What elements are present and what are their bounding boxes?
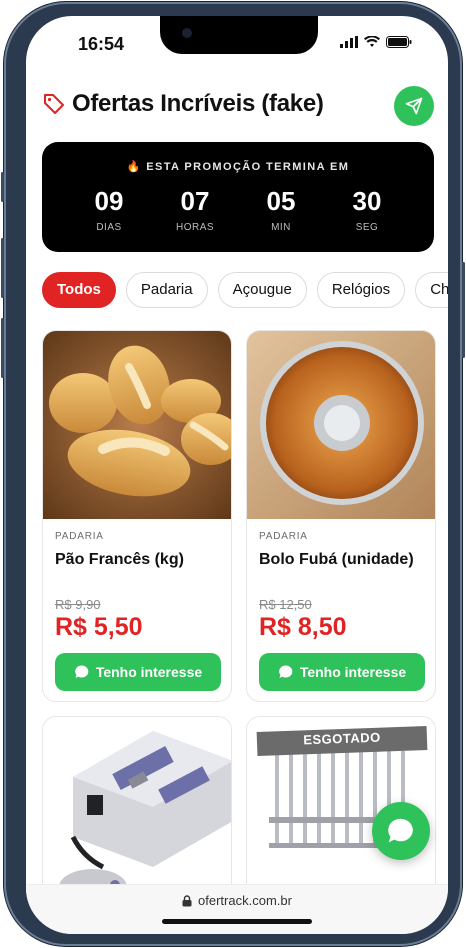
product-old-price: R$ 12,50 bbox=[259, 597, 312, 612]
screen: 16:54 Ofertas Incríveis (fake) 🔥 ESTA PR… bbox=[26, 16, 448, 934]
status-time: 16:54 bbox=[78, 34, 125, 54]
product-price: R$ 8,50 bbox=[259, 613, 347, 641]
chip-todos[interactable]: Todos bbox=[42, 272, 116, 308]
interest-button-label: Tenho interesse bbox=[299, 664, 407, 680]
battery-icon bbox=[386, 36, 412, 48]
signal-icon bbox=[340, 36, 358, 48]
status-icons bbox=[340, 36, 412, 48]
countdown-days: 09 DIAS bbox=[83, 186, 135, 233]
chat-bubble-icon bbox=[75, 665, 89, 678]
product-old-price: R$ 9,90 bbox=[55, 597, 101, 612]
countdown-caption: SEG bbox=[355, 222, 379, 233]
interest-button[interactable]: Tenho interesse bbox=[259, 653, 425, 691]
interest-button-label: Tenho interesse bbox=[95, 664, 203, 680]
countdown-value: 30 bbox=[352, 186, 382, 216]
countdown-value: 05 bbox=[266, 186, 296, 216]
tag-icon bbox=[44, 94, 64, 114]
volume-up-button bbox=[1, 238, 4, 298]
countdown-value: 07 bbox=[180, 186, 210, 216]
product-category: PADARIA bbox=[259, 531, 308, 542]
product-category: PADARIA bbox=[55, 531, 104, 542]
chip-acougue[interactable]: Açougue bbox=[217, 272, 307, 308]
url-bar[interactable]: ofertrack.com.br bbox=[26, 893, 448, 908]
page-title: Ofertas Incríveis (fake) bbox=[72, 90, 324, 117]
whatsapp-fab[interactable] bbox=[372, 802, 430, 860]
volume-down-button bbox=[1, 318, 4, 378]
countdown-seconds: 30 SEG bbox=[341, 186, 393, 233]
countdown-caption: MIN bbox=[271, 222, 291, 233]
product-card[interactable]: PADARIA Pão Francês (kg) R$ 9,90 R$ 5,50… bbox=[42, 330, 232, 702]
product-image-cake bbox=[247, 331, 435, 519]
power-button bbox=[462, 262, 465, 358]
wifi-icon bbox=[364, 36, 380, 47]
chip-chu[interactable]: Chu bbox=[415, 272, 448, 308]
lock-icon bbox=[182, 894, 192, 906]
product-price: R$ 5,50 bbox=[55, 613, 143, 641]
mute-switch bbox=[1, 172, 4, 202]
phone-frame: 16:54 Ofertas Incríveis (fake) 🔥 ESTA PR… bbox=[1, 2, 465, 946]
chip-relogios[interactable]: Relógios bbox=[316, 272, 406, 308]
notch bbox=[160, 16, 318, 54]
browser-bottom-bar: ofertrack.com.br bbox=[26, 884, 448, 934]
countdown-hours: 07 HORAS bbox=[169, 186, 221, 233]
countdown-value: 09 bbox=[94, 186, 124, 216]
product-name: Bolo Fubá (unidade) bbox=[259, 551, 414, 568]
send-icon bbox=[405, 97, 423, 115]
url-text: ofertrack.com.br bbox=[198, 893, 292, 908]
interest-button[interactable]: Tenho interesse bbox=[55, 653, 221, 691]
page-header: Ofertas Incríveis (fake) bbox=[40, 86, 434, 126]
countdown-caption: DIAS bbox=[96, 222, 122, 233]
product-card[interactable]: PADARIA Bolo Fubá (unidade) R$ 12,50 R$ … bbox=[246, 330, 436, 702]
countdown-label: 🔥 ESTA PROMOÇÃO TERMINA EM bbox=[126, 161, 350, 173]
product-image-console bbox=[43, 717, 231, 905]
countdown-caption: HORAS bbox=[175, 222, 215, 233]
product-name: Pão Francês (kg) bbox=[55, 551, 184, 568]
chat-bubble-icon bbox=[388, 818, 413, 843]
chat-bubble-icon bbox=[279, 665, 293, 678]
share-button[interactable] bbox=[394, 86, 434, 126]
camera bbox=[182, 28, 192, 38]
home-indicator[interactable] bbox=[162, 919, 312, 924]
countdown-minutes: 05 MIN bbox=[255, 186, 307, 233]
product-image-bread bbox=[43, 331, 231, 519]
countdown-banner: 🔥 ESTA PROMOÇÃO TERMINA EM 09 DIAS 07 HORA… bbox=[42, 142, 434, 252]
chip-padaria[interactable]: Padaria bbox=[125, 272, 208, 308]
countdown-units: 09 DIAS 07 HORAS 05 MIN 30 SEG bbox=[42, 186, 434, 233]
category-filter: Todos Padaria Açougue Relógios Chu bbox=[42, 272, 448, 308]
